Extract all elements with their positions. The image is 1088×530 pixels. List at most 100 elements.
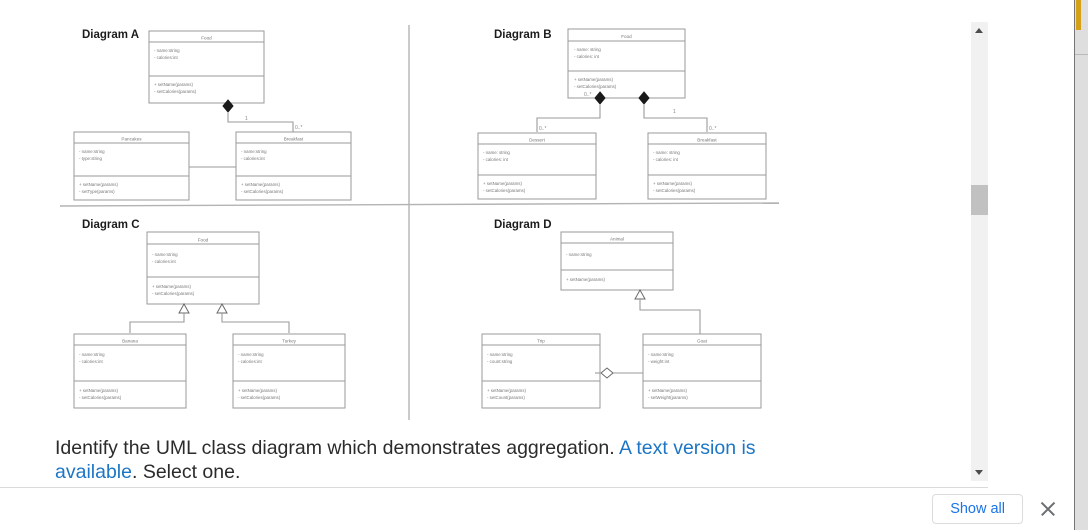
multiplicity-label: 1 xyxy=(673,109,676,115)
diagram-b-group: Diagram B Food - name: string - calories… xyxy=(477,28,767,200)
class-attribute: - name: string xyxy=(653,150,680,155)
class-name: Breakfast xyxy=(284,137,304,142)
class-attribute: - name:string xyxy=(241,149,267,154)
class-attribute: - name:string xyxy=(648,352,674,357)
bottom-action-bar: Show all xyxy=(0,488,1075,530)
class-method: - setCalories(params) xyxy=(241,189,284,194)
class-method: + setName(params) xyxy=(152,284,191,289)
class-attribute: - name:string xyxy=(154,48,180,53)
hollow-triangle-icon xyxy=(634,288,646,300)
class-method: + setName(params) xyxy=(241,182,280,187)
diagram-d-class-animal: Animal - name:string + setName(params) xyxy=(560,231,674,291)
diagram-b-class-breakfast: Breakfast - name: string - calories: int… xyxy=(647,132,767,200)
browser-scrollbar-seam xyxy=(1075,54,1088,55)
class-method: + setName(params) xyxy=(238,388,277,393)
class-attribute: - name: string xyxy=(574,47,601,52)
class-name: Pancakes xyxy=(121,137,142,142)
content-vertical-scrollbar[interactable] xyxy=(970,22,988,481)
class-method: + setName(params) xyxy=(487,388,526,393)
class-attribute: - name:string xyxy=(566,252,592,257)
class-method: + setName(params) xyxy=(154,82,193,87)
hollow-triangle-icon xyxy=(178,302,190,314)
diagram-c-class-food: Food - name:string - calories:int + setN… xyxy=(146,231,260,305)
close-icon[interactable] xyxy=(1037,498,1059,520)
diagram-c-title: Diagram C xyxy=(82,219,140,231)
class-method: + setName(params) xyxy=(79,182,118,187)
class-name: Goat xyxy=(697,339,708,344)
hollow-diamond-icon xyxy=(600,367,614,379)
class-method: + setName(params) xyxy=(648,388,687,393)
diagram-c-class-turkey: Turkey - name:string - calories:int + se… xyxy=(232,333,346,409)
class-method: - setWeight(params) xyxy=(648,395,688,400)
scrollbar-thumb[interactable] xyxy=(971,185,988,215)
diagram-b-class-dessert: Dessert - name: string - calories: int +… xyxy=(477,132,597,200)
class-attribute: - calories:int xyxy=(241,156,265,161)
class-method: - setCalories(params) xyxy=(238,395,281,400)
multiplicity-label: 1 xyxy=(245,116,248,122)
diagram-a-composition-link: 1 0..* xyxy=(222,99,303,132)
screenshot-root: .bx { fill:#ffffff; stroke:#9a9a9a; stro… xyxy=(0,0,1088,530)
diagram-c-inheritance-link-turkey xyxy=(216,302,290,333)
hollow-triangle-icon xyxy=(216,302,228,314)
diagram-c-inheritance-link-banana xyxy=(129,302,190,333)
class-name: Dessert xyxy=(529,138,546,143)
class-attribute: - calories: int xyxy=(574,54,600,59)
class-attribute: - calories:int xyxy=(154,55,178,60)
class-method: - setCalories(params) xyxy=(154,89,197,94)
class-method: - setCalories(params) xyxy=(483,188,526,193)
class-method: - setCalories(params) xyxy=(574,84,617,89)
question-content-pane: .bx { fill:#ffffff; stroke:#9a9a9a; stro… xyxy=(0,0,970,488)
multiplicity-label: 0..* xyxy=(295,125,303,131)
class-attribute: - name: string xyxy=(483,150,510,155)
diagram-a-class-breakfast: Breakfast - name:string - calories:int +… xyxy=(235,131,352,201)
diagram-d-group: Diagram D Animal - name:string + setName… xyxy=(481,219,762,409)
class-attribute: - calories:int xyxy=(152,259,176,264)
class-attribute: - calories:int xyxy=(238,359,262,364)
class-method: - setType(params) xyxy=(79,189,115,194)
show-all-button[interactable]: Show all xyxy=(932,493,1023,525)
class-attribute: - name:string xyxy=(487,352,513,357)
class-name: Animal xyxy=(610,237,624,242)
diagram-d-class-trip: Trip - name:string - count:string + setN… xyxy=(481,333,601,409)
class-attribute: - calories: int xyxy=(653,157,679,162)
class-name: Food xyxy=(621,34,632,39)
class-attribute: - name:string xyxy=(79,149,105,154)
class-method: - setCalories(params) xyxy=(152,291,195,296)
browser-scrollbar-gutter[interactable] xyxy=(1075,0,1088,530)
class-method: + setName(params) xyxy=(566,277,605,282)
class-name: Breakfast xyxy=(697,138,717,143)
class-method: - setCount(params) xyxy=(487,395,525,400)
class-name: Trip xyxy=(537,339,545,344)
diagram-b-title: Diagram B xyxy=(494,29,552,41)
class-attribute: - weight:int xyxy=(648,359,670,364)
class-attribute: - calories:int xyxy=(79,359,103,364)
diagram-d-aggregation-link xyxy=(595,367,643,379)
diagram-d-class-goat: Goat - name:string - weight:int + setNam… xyxy=(642,333,762,409)
multiplicity-label: 0..* xyxy=(584,92,592,98)
multiplicity-label: 0..* xyxy=(539,126,547,132)
class-method: + setName(params) xyxy=(653,181,692,186)
question-text-after: . Select one. xyxy=(131,461,241,483)
class-attribute: - name:string xyxy=(79,352,105,357)
scroll-up-arrow-icon[interactable] xyxy=(971,22,988,39)
class-attribute: - calories: int xyxy=(483,157,509,162)
class-method: + setName(params) xyxy=(574,77,613,82)
class-attribute: - type:string xyxy=(79,156,102,161)
class-method: + setName(params) xyxy=(79,388,118,393)
diagram-b-class-food: Food - name: string - calories: int + se… xyxy=(567,28,686,99)
class-name: Turkey xyxy=(282,339,297,344)
question-text: Identify the UML class diagram which dem… xyxy=(55,436,815,484)
uml-diagram-figure: .bx { fill:#ffffff; stroke:#9a9a9a; stro… xyxy=(0,0,970,425)
class-name: Banana xyxy=(122,339,138,344)
diagram-d-title: Diagram D xyxy=(494,219,552,231)
diagram-d-inheritance-link xyxy=(634,288,701,334)
diagram-a-group: Diagram A Food - name:string - calories:… xyxy=(73,29,352,201)
class-method: + setName(params) xyxy=(483,181,522,186)
class-method: - setCalories(params) xyxy=(653,188,696,193)
diagram-c-class-banana: Banana - name:string - calories:int + se… xyxy=(73,333,187,409)
find-match-marker xyxy=(1076,0,1081,30)
scroll-down-arrow-icon[interactable] xyxy=(971,464,988,481)
diagram-a-class-food: Food - name:string - calories:int + setN… xyxy=(148,30,265,104)
diagram-c-group: Diagram C Food - name:string - calories:… xyxy=(73,219,346,409)
class-attribute: - name:string xyxy=(152,252,178,257)
